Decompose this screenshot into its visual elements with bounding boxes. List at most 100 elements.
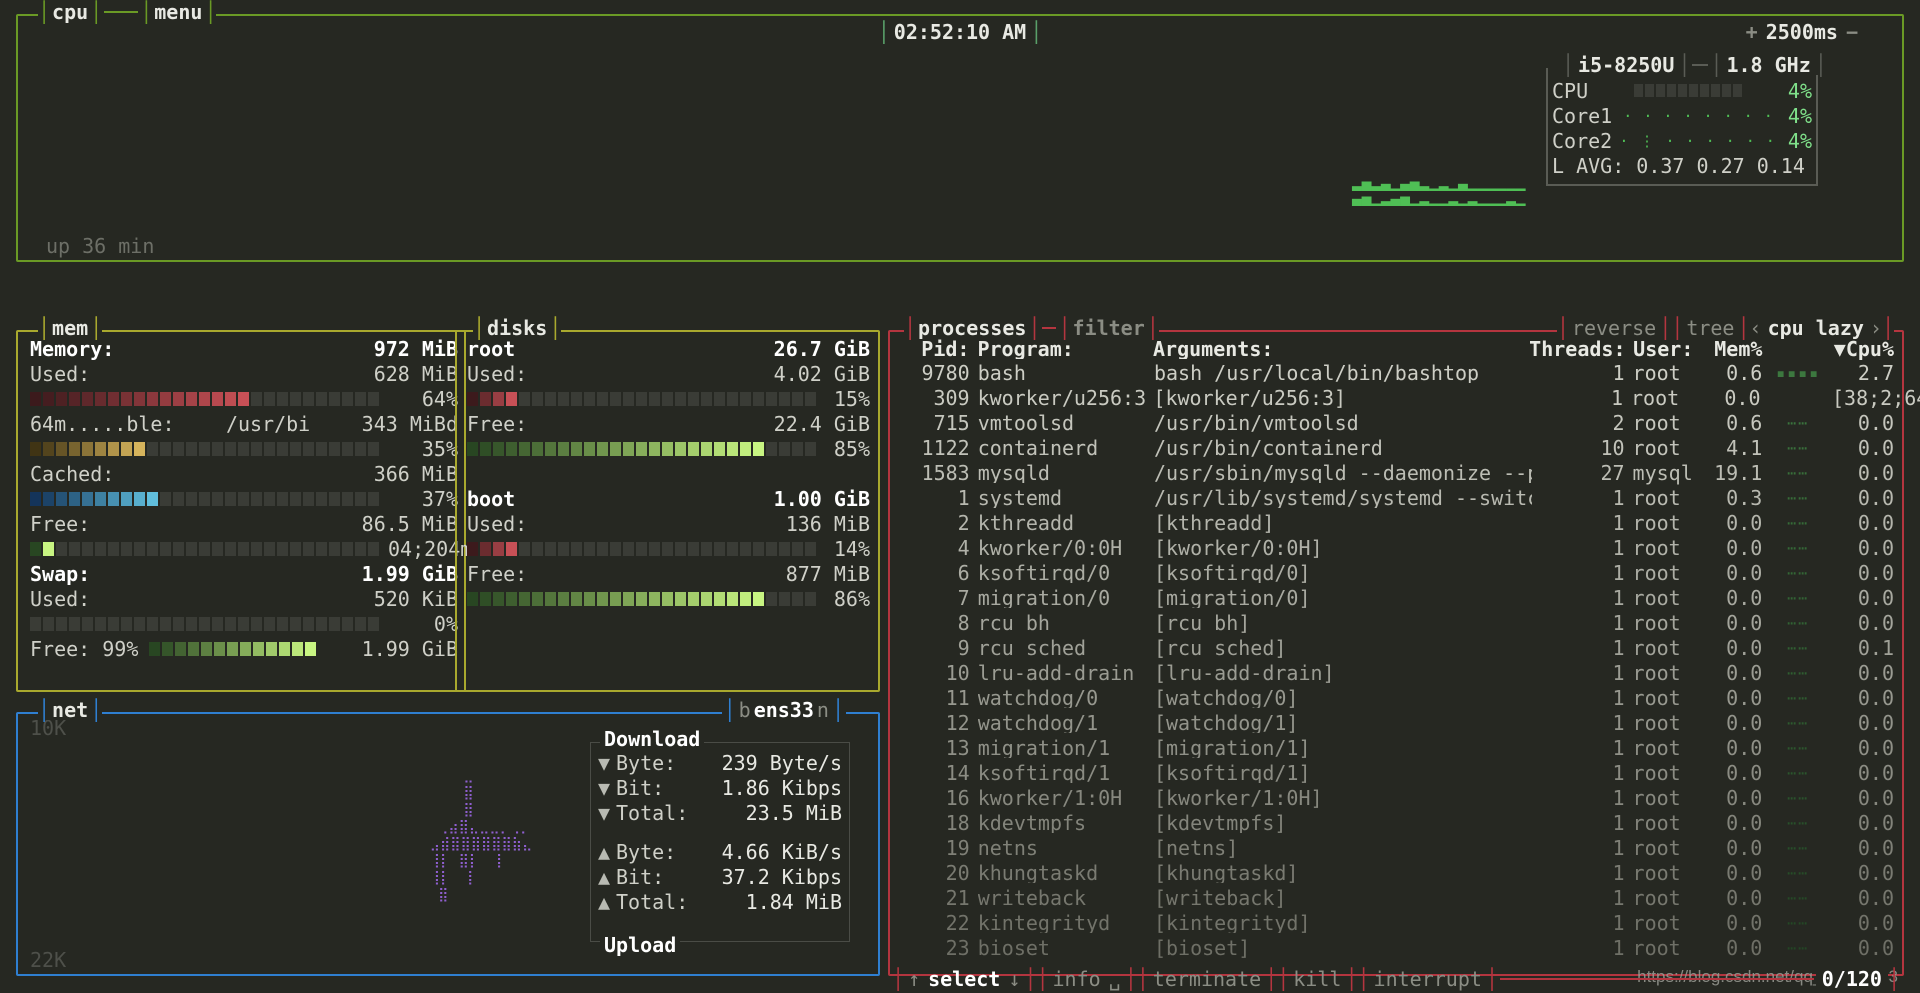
select-down-key[interactable]: ↓	[1004, 969, 1024, 989]
meter-segment	[675, 591, 686, 606]
disk-used-row: Used: 4.02 GiB	[467, 361, 870, 386]
meter-segment	[610, 391, 621, 406]
table-row[interactable]: 13 migration/1 [migration/1] 1 root 0.0 ⋯⋯ 0.0	[900, 735, 1894, 760]
meter-segment	[303, 541, 314, 556]
table-row[interactable]: 9 rcu_sched [rcu_sched] 1 root 0.0 ⋯⋯ 0.1	[900, 635, 1894, 660]
table-row[interactable]: 1583 mysqld/usr/sbin/mysqld --daemonize -…	[900, 460, 1894, 485]
table-row[interactable]: 2 kthreadd [kthreadd] 1 root 0.0 ⋯⋯ 0.0	[900, 510, 1894, 535]
meter-segment	[56, 391, 67, 406]
table-row[interactable]: 12 watchdog/1 [watchdog/1] 1 root 0.0 ⋯⋯ 0.0	[900, 710, 1894, 735]
col-cpu[interactable]: ▼Cpu%	[1834, 339, 1894, 359]
table-row[interactable]: 4 kworker/0:0H [kworker/0:0H] 1 root 0.0 ⋯⋯ 0.0	[900, 535, 1894, 560]
cell-user: root	[1632, 935, 1681, 960]
col-arguments[interactable]: Arguments:	[1153, 339, 1529, 359]
cell-cpu: 0.0	[1857, 410, 1894, 435]
cell-program: migration/1	[977, 737, 1111, 758]
col-user[interactable]: User:	[1633, 339, 1702, 359]
sort-prev-button[interactable]: ‹	[1750, 318, 1762, 338]
processes-box-title[interactable]: processes	[916, 318, 1028, 338]
menu-button[interactable]: menu	[152, 2, 204, 22]
meter-segment	[532, 591, 543, 606]
mem-used-value: 628 MiB	[373, 361, 458, 386]
mem-cached-value: 366 MiB	[373, 461, 458, 486]
table-row[interactable]: 21 writeback [writeback] 1 root 0.0 ⋯⋯ 0.0	[900, 885, 1894, 910]
select-up-key[interactable]: ↑	[904, 969, 924, 989]
table-row[interactable]: 18 kdevtmpfs [kdevtmpfs] 1 root 0.0 ⋯⋯ 0.0	[900, 810, 1894, 835]
net-box-title[interactable]: net	[50, 700, 90, 720]
footer-bar-8: │	[1357, 967, 1370, 991]
col-mem[interactable]: Mem%	[1703, 339, 1762, 359]
table-row[interactable]: 22 kintegrityd [kintegrityd] 1 root 0.0 ⋯⋯ 0.0	[900, 910, 1894, 935]
table-row[interactable]: 6 ksoftirqd/0 [ksoftirqd/0] 1 root 0.0 ⋯⋯ 0.0	[900, 560, 1894, 585]
sort-next-button[interactable]: ›	[1870, 318, 1882, 338]
processes-table-body[interactable]: 9780 bash bash /usr/local/bin/bashtop 1 root…	[900, 360, 1920, 960]
terminate-button[interactable]: terminate	[1149, 969, 1265, 989]
col-pid[interactable]: Pid:	[900, 339, 977, 359]
interrupt-button[interactable]: interrupt	[1370, 969, 1486, 989]
cell-cpu-spark: ⋯⋯	[1787, 938, 1810, 957]
table-row[interactable]: 11 watchdog/0 [watchdog/0] 1 root 0.0 ⋯⋯ 0.0	[900, 685, 1894, 710]
table-row[interactable]: 16 kworker/1:0H [kworker/1:0H] 1 root 0.0 ⋯⋯ 0.…	[900, 785, 1894, 810]
table-row[interactable]: 715 vmtoolsd/usr/bin/vmtoolsd 2 root 0.6 ⋯⋯ 0.…	[900, 410, 1894, 435]
cell-pid: 8	[957, 610, 970, 635]
disks-box-title[interactable]: disks	[485, 318, 549, 338]
cell-pid: 13	[945, 735, 970, 760]
meter-segment	[201, 641, 213, 656]
cell-cpu-spark: ⋯⋯	[1787, 738, 1810, 757]
meter-segment	[753, 541, 764, 556]
meter-segment	[649, 441, 660, 456]
meter-segment	[173, 391, 184, 406]
mem-box-title[interactable]: mem	[50, 318, 90, 338]
cell-cpu-spark: ⋯⋯	[1787, 913, 1810, 932]
tree-toggle[interactable]: tree	[1683, 318, 1737, 338]
table-row[interactable]: 19 netns [netns] 1 root 0.0 ⋯⋯ 0.0	[900, 835, 1894, 860]
next-interface-button[interactable]: n	[814, 700, 832, 720]
cell-program: kintegrityd	[977, 912, 1111, 933]
meter-segment	[175, 641, 187, 656]
cell-user: root	[1632, 685, 1681, 710]
disks-box-title-group: │ disks │	[473, 318, 562, 338]
title-divider	[104, 11, 139, 13]
table-row[interactable]: 309 kworker/u256:3 [kworker/u256:3] 1 root 0.…	[900, 385, 1920, 410]
table-row[interactable]: 7 migration/0 [migration/0] 1 root 0.0 ⋯⋯ 0.0	[900, 585, 1894, 610]
reverse-toggle[interactable]: reverse	[1569, 318, 1659, 338]
col-program[interactable]: Program:	[977, 339, 1153, 359]
meter-segment	[701, 441, 712, 456]
upload-arrow-icon: ▲	[598, 864, 611, 889]
info-button[interactable]: info	[1048, 969, 1104, 989]
decrease-interval-button[interactable]: −	[1846, 22, 1858, 42]
cell-mem: 0.6	[1726, 410, 1763, 435]
table-row[interactable]: 9780 bash bash /usr/local/bin/bashtop 1 root…	[900, 360, 1894, 385]
table-row[interactable]: 20 khungtaskd [khungtaskd] 1 root 0.0 ⋯⋯ 0.0	[900, 860, 1894, 885]
meter-segment	[688, 441, 699, 456]
table-row[interactable]: 14 ksoftirqd/1 [ksoftirqd/1] 1 root 0.0 ⋯⋯ 0.0	[900, 760, 1894, 785]
increase-interval-button[interactable]: +	[1746, 22, 1758, 42]
meter-segment	[69, 441, 80, 456]
kill-button[interactable]: kill	[1289, 969, 1345, 989]
cell-threads: 1	[1612, 885, 1625, 910]
filter-button[interactable]: filter	[1071, 318, 1147, 338]
col-threads[interactable]: Threads:	[1529, 339, 1633, 359]
meter-segment	[727, 441, 738, 456]
meter-segment	[519, 441, 530, 456]
table-row[interactable]: 1122 containerd/usr/bin/containerd 10 root 4…	[900, 435, 1894, 460]
select-button[interactable]: select	[924, 969, 1004, 989]
update-interval-control[interactable]: + 2500ms −	[1741, 22, 1862, 42]
meter-segment	[199, 391, 210, 406]
info-key[interactable]: ␣	[1105, 969, 1125, 989]
prev-interface-button[interactable]: b	[736, 700, 754, 720]
table-row[interactable]: 23 bioset [bioset] 1 root 0.0 ⋯⋯ 0.0	[900, 935, 1894, 960]
meter-segment	[688, 391, 699, 406]
meter-segment	[292, 641, 304, 656]
table-row[interactable]: 10 lru-add-drain [lru-add-drain] 1 root 0.0 ⋯⋯…	[900, 660, 1894, 685]
meter-segment	[134, 616, 145, 631]
cell-user: root	[1631, 385, 1680, 410]
table-row[interactable]: 8 rcu_bh [rcu_bh] 1 root 0.0 ⋯⋯ 0.0	[900, 610, 1894, 635]
cell-arguments: [kthreadd]	[1153, 512, 1275, 533]
table-row[interactable]: 1 systemd/usr/lib/systemd/systemd --switc…	[900, 485, 1894, 510]
meter-segment	[290, 441, 301, 456]
network-interface-selector[interactable]: │ b ens33 n │	[721, 700, 846, 720]
upload-byte-value: 4.66 KiB/s	[721, 839, 842, 864]
cpu-box-title[interactable]: cpu	[50, 2, 90, 22]
cell-cpu: 0.0	[1857, 810, 1894, 835]
